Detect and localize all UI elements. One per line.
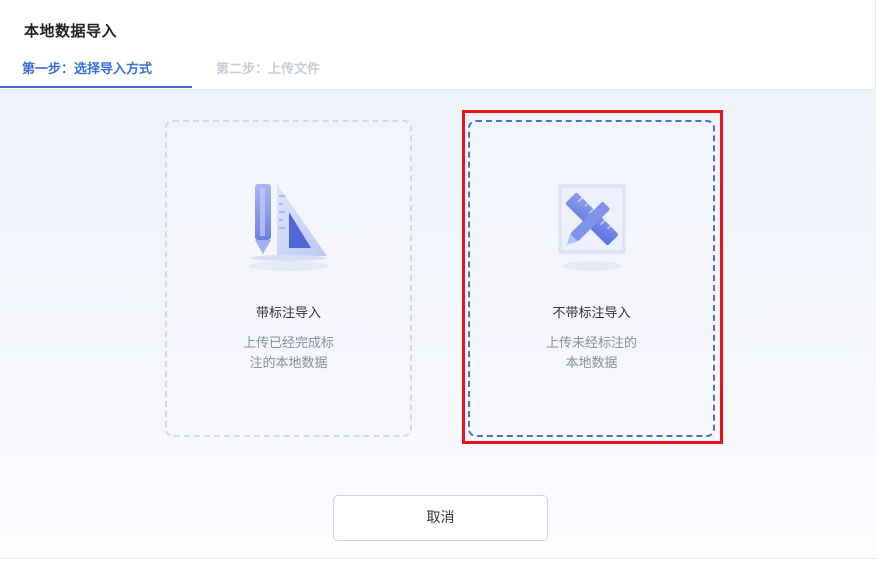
option-description-line-2: 注的本地数据 xyxy=(249,356,328,371)
option-title: 带标注导入 xyxy=(255,306,321,321)
import-dialog: 本地数据导入 第一步：选择导入方式 第二步：上传文件 带标注导入 上传已经完成标… xyxy=(0,0,876,559)
crossed-ruler-pencil-icon xyxy=(542,174,642,274)
cancel-button[interactable]: 取消 xyxy=(333,495,548,541)
content-area: 带标注导入 上传已经完成标 注的本地数据 不带标注导入 上传未经标注的 本地数据… xyxy=(0,90,876,558)
option-description-line-1: 上传未经标注的 xyxy=(545,336,637,351)
option-card-with-annotation[interactable]: 带标注导入 上传已经完成标 注的本地数据 xyxy=(165,120,412,437)
pencil-triangle-ruler-icon xyxy=(239,174,339,274)
tab-step-2[interactable]: 第二步：上传文件 xyxy=(216,58,320,77)
option-description-line-2: 本地数据 xyxy=(565,356,618,371)
tab-step-1[interactable]: 第一步：选择导入方式 xyxy=(22,58,152,77)
active-tab-indicator xyxy=(0,86,192,88)
option-description: 上传已经完成标 注的本地数据 xyxy=(167,334,410,374)
dialog-title: 本地数据导入 xyxy=(24,22,118,40)
option-title: 不带标注导入 xyxy=(552,306,631,321)
step-tabs: 第一步：选择导入方式 第二步：上传文件 xyxy=(0,52,876,90)
option-description: 上传未经标注的 本地数据 xyxy=(470,334,713,374)
option-card-without-annotation[interactable]: 不带标注导入 上传未经标注的 本地数据 xyxy=(468,120,715,437)
option-description-line-1: 上传已经完成标 xyxy=(242,336,334,351)
